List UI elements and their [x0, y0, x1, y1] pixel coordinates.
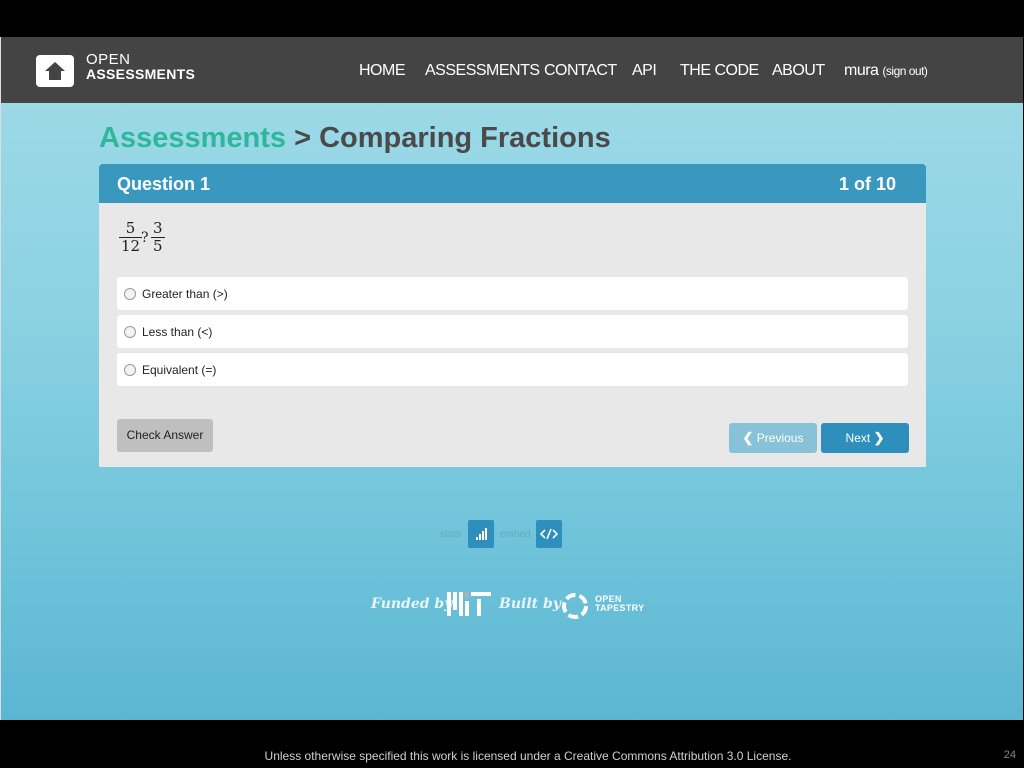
stats-button[interactable] [468, 520, 494, 548]
option-equivalent[interactable]: Equivalent (=) [117, 353, 908, 386]
stats-label: stats [440, 529, 462, 540]
sign-out-link[interactable]: (sign out) [882, 64, 928, 78]
left-denominator: 12 [121, 237, 141, 255]
top-navbar: OPEN ASSESSMENTS HOME ASSESSMENTS CONTAC… [1, 37, 1023, 103]
question-panel: Question 1 1 of 10 5 12 ? 3 5 Greater th… [99, 164, 926, 467]
breadcrumb-assessments[interactable]: Assessments [99, 122, 286, 154]
fraction-left: 5 12 [119, 220, 143, 255]
page-title: Assessments > Comparing Fractions [99, 122, 611, 155]
option-label: Greater than (>) [142, 287, 228, 301]
left-numerator: 5 [119, 220, 143, 238]
previous-label: Previous [756, 431, 804, 445]
nav-about[interactable]: ABOUT [772, 62, 825, 80]
comparison-operator: ? [141, 230, 149, 246]
built-by-label: Built by [499, 596, 561, 612]
breadcrumb-current: Comparing Fractions [319, 122, 611, 154]
question-title: Question 1 [117, 174, 211, 194]
nav-assessments[interactable]: ASSESSMENTS [425, 62, 540, 80]
open-tapestry-logo-icon[interactable] [559, 591, 591, 621]
previous-button[interactable]: ❮ Previous [729, 423, 817, 453]
next-button[interactable]: Next ❯ [821, 423, 909, 453]
nav-home[interactable]: HOME [359, 62, 406, 80]
mit-logo-icon[interactable] [447, 592, 491, 616]
embed-label: embed [500, 529, 531, 540]
embed-button[interactable] [536, 520, 562, 548]
page-number: 24 [1003, 749, 1016, 761]
chevron-right-icon: ❯ [873, 430, 885, 445]
chevron-left-icon: ❮ [742, 430, 754, 445]
option-less-than[interactable]: Less than (<) [117, 315, 908, 348]
next-label: Next [845, 431, 871, 445]
breadcrumb-separator: > [294, 122, 311, 154]
logo-line-1: OPEN [86, 51, 131, 68]
option-label: Less than (<) [142, 325, 213, 339]
nav-the-code[interactable]: THE CODE [680, 62, 759, 80]
option-greater-than[interactable]: Greater than (>) [117, 277, 908, 310]
username: mura [844, 62, 879, 79]
code-icon [539, 528, 559, 540]
question-counter: 1 of 10 [838, 174, 896, 194]
right-denominator: 5 [153, 237, 163, 255]
radio-button[interactable] [124, 326, 136, 338]
home-logo-icon[interactable] [36, 55, 74, 87]
right-numerator: 3 [151, 219, 165, 238]
license-text: Unless otherwise specified this work is … [264, 749, 792, 763]
check-answer-button[interactable]: Check Answer [117, 419, 213, 452]
slide: OPEN ASSESSMENTS HOME ASSESSMENTS CONTAC… [0, 37, 1023, 720]
bar-chart-icon [476, 528, 487, 540]
radio-button[interactable] [124, 288, 136, 300]
question-header: Question 1 1 of 10 [99, 164, 926, 203]
option-label: Equivalent (=) [142, 363, 217, 377]
user-menu: mura (sign out) [844, 62, 928, 80]
site-logo[interactable]: OPEN ASSESSMENTS [86, 51, 196, 82]
nav-contact[interactable]: CONTACT [544, 62, 617, 80]
funded-by-label: Funded by [371, 596, 453, 612]
tapestry-line-2: TAPESTRY [595, 603, 645, 613]
nav-api[interactable]: API [632, 62, 657, 80]
radio-button[interactable] [124, 364, 136, 376]
house-icon [45, 62, 65, 80]
open-tapestry-wordmark[interactable]: OPEN TAPESTRY [595, 595, 644, 613]
fraction-right: 3 5 [151, 220, 165, 255]
logo-line-2: ASSESSMENTS [86, 66, 196, 82]
